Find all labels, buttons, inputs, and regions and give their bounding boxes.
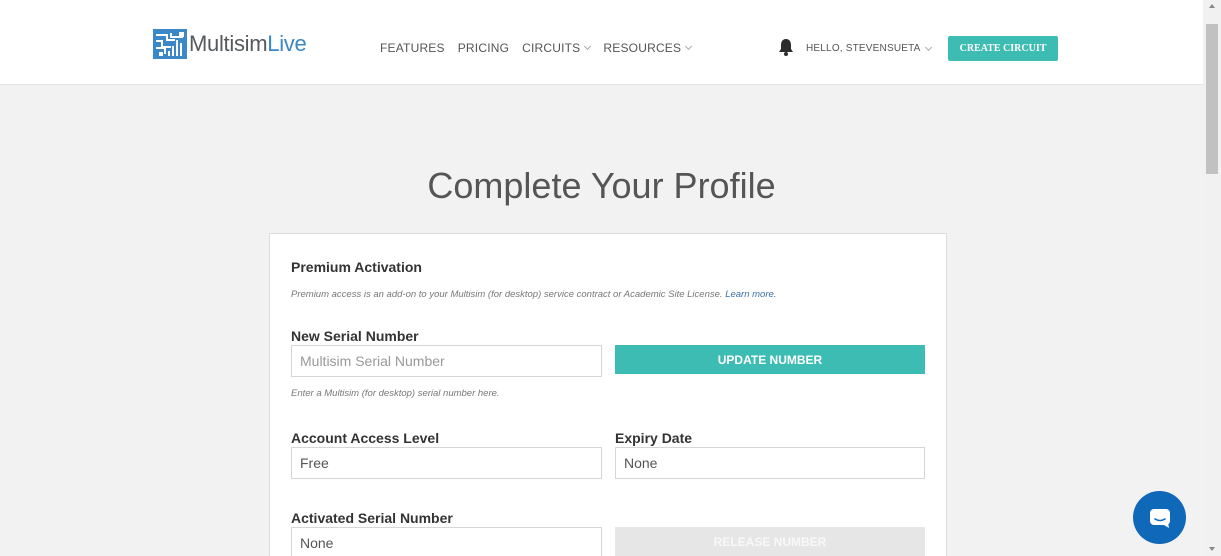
multisim-logo-icon bbox=[153, 29, 187, 59]
vertical-scrollbar[interactable] bbox=[1203, 0, 1221, 556]
nav-pricing[interactable]: PRICING bbox=[458, 41, 509, 55]
scroll-down-arrow-icon[interactable] bbox=[1209, 547, 1215, 551]
scrollbar-thumb[interactable] bbox=[1206, 24, 1218, 174]
activated-serial-label: Activated Serial Number bbox=[291, 510, 453, 526]
access-level-label: Account Access Level bbox=[291, 430, 440, 446]
expiry-date-label: Expiry Date bbox=[615, 430, 693, 446]
bell-icon[interactable] bbox=[778, 38, 794, 56]
chevron-down-icon bbox=[584, 42, 592, 51]
premium-activation-heading: Premium Activation bbox=[291, 259, 422, 275]
page-title: Complete Your Profile bbox=[427, 165, 776, 206]
nav-features[interactable]: FEATURES bbox=[380, 41, 445, 55]
chat-icon bbox=[1149, 508, 1170, 528]
scroll-up-arrow-icon[interactable] bbox=[1209, 4, 1215, 8]
nav-resources[interactable]: RESOURCES bbox=[603, 41, 693, 55]
chevron-down-icon bbox=[924, 43, 932, 51]
access-level-field: Free bbox=[291, 447, 602, 479]
logo-text: MultisimLive bbox=[189, 31, 307, 56]
release-number-button[interactable]: RELEASE NUMBER bbox=[615, 527, 925, 556]
serial-number-input[interactable]: Multisim Serial Number bbox=[291, 345, 602, 377]
multisim-live-logo[interactable]: MultisimLive bbox=[153, 29, 307, 59]
new-serial-label: New Serial Number bbox=[291, 328, 419, 344]
chevron-down-icon bbox=[685, 42, 693, 51]
user-menu[interactable]: HELLO, STEVENSUETA bbox=[806, 43, 932, 54]
chat-launcher-button[interactable] bbox=[1133, 491, 1186, 544]
update-number-button[interactable]: UPDATE NUMBER bbox=[615, 345, 925, 374]
serial-hint: Enter a Multisim (for desktop) serial nu… bbox=[291, 388, 500, 399]
activated-serial-field: None bbox=[291, 527, 602, 556]
top-navigation-bar: MultisimLive FEATURES PRICING CIRCUITS R… bbox=[0, 0, 1203, 85]
main-nav: FEATURES PRICING CIRCUITS RESOURCES bbox=[380, 41, 704, 55]
learn-more-link[interactable]: Learn more. bbox=[725, 289, 776, 300]
expiry-date-field: None bbox=[615, 447, 925, 479]
nav-circuits[interactable]: CIRCUITS bbox=[522, 41, 592, 55]
create-circuit-button[interactable]: CREATE CIRCUIT bbox=[948, 36, 1058, 61]
profile-card: Premium Activation Premium access is an … bbox=[269, 233, 947, 556]
premium-note: Premium access is an add-on to your Mult… bbox=[291, 289, 777, 300]
